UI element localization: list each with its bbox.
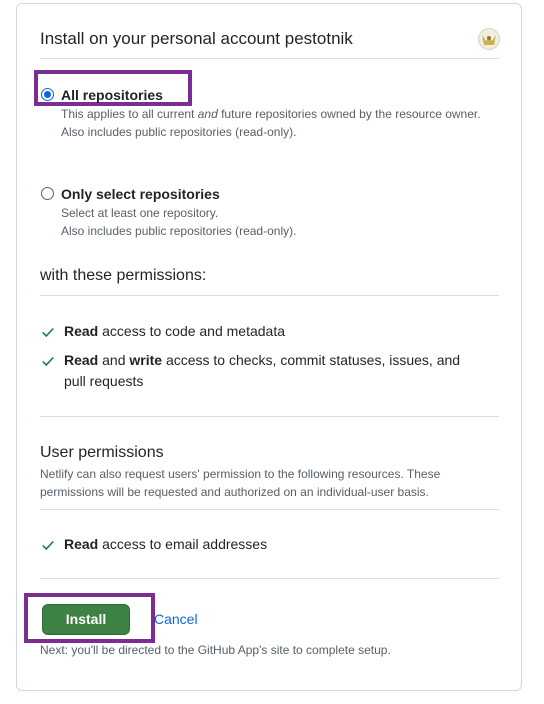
user-permission-item: Read access to email addresses bbox=[64, 536, 268, 552]
check-icon bbox=[42, 327, 54, 338]
install-title: Install on your personal account pestotn… bbox=[40, 29, 353, 48]
next-step-note: Next: you'll be directed to the GitHub A… bbox=[40, 643, 391, 657]
account-avatar-icon bbox=[478, 28, 500, 50]
install-button[interactable]: Install bbox=[42, 604, 130, 635]
divider bbox=[40, 509, 499, 510]
all-repositories-description: This applies to all current and future r… bbox=[61, 107, 481, 139]
check-icon bbox=[42, 540, 54, 551]
only-select-repositories-label: Only select repositories bbox=[61, 186, 220, 202]
radio-only-select-repositories[interactable] bbox=[41, 187, 54, 200]
check-icon bbox=[42, 356, 54, 367]
permissions-heading: with these permissions: bbox=[40, 267, 207, 284]
user-permissions-description: Netlify can also request users' permissi… bbox=[40, 467, 441, 499]
permission-item: Read and write access to checks, commit … bbox=[64, 352, 461, 389]
divider bbox=[40, 578, 499, 579]
cancel-link[interactable]: Cancel bbox=[154, 611, 198, 627]
permission-item: Read access to code and metadata bbox=[64, 323, 286, 339]
user-permissions-heading: User permissions bbox=[40, 444, 164, 461]
radio-all-repositories[interactable] bbox=[41, 88, 54, 101]
only-select-repositories-description: Select at least one repository. Also inc… bbox=[61, 206, 297, 238]
all-repositories-label: All repositories bbox=[61, 87, 163, 103]
divider bbox=[40, 58, 499, 59]
divider bbox=[40, 295, 499, 296]
divider bbox=[40, 416, 499, 417]
